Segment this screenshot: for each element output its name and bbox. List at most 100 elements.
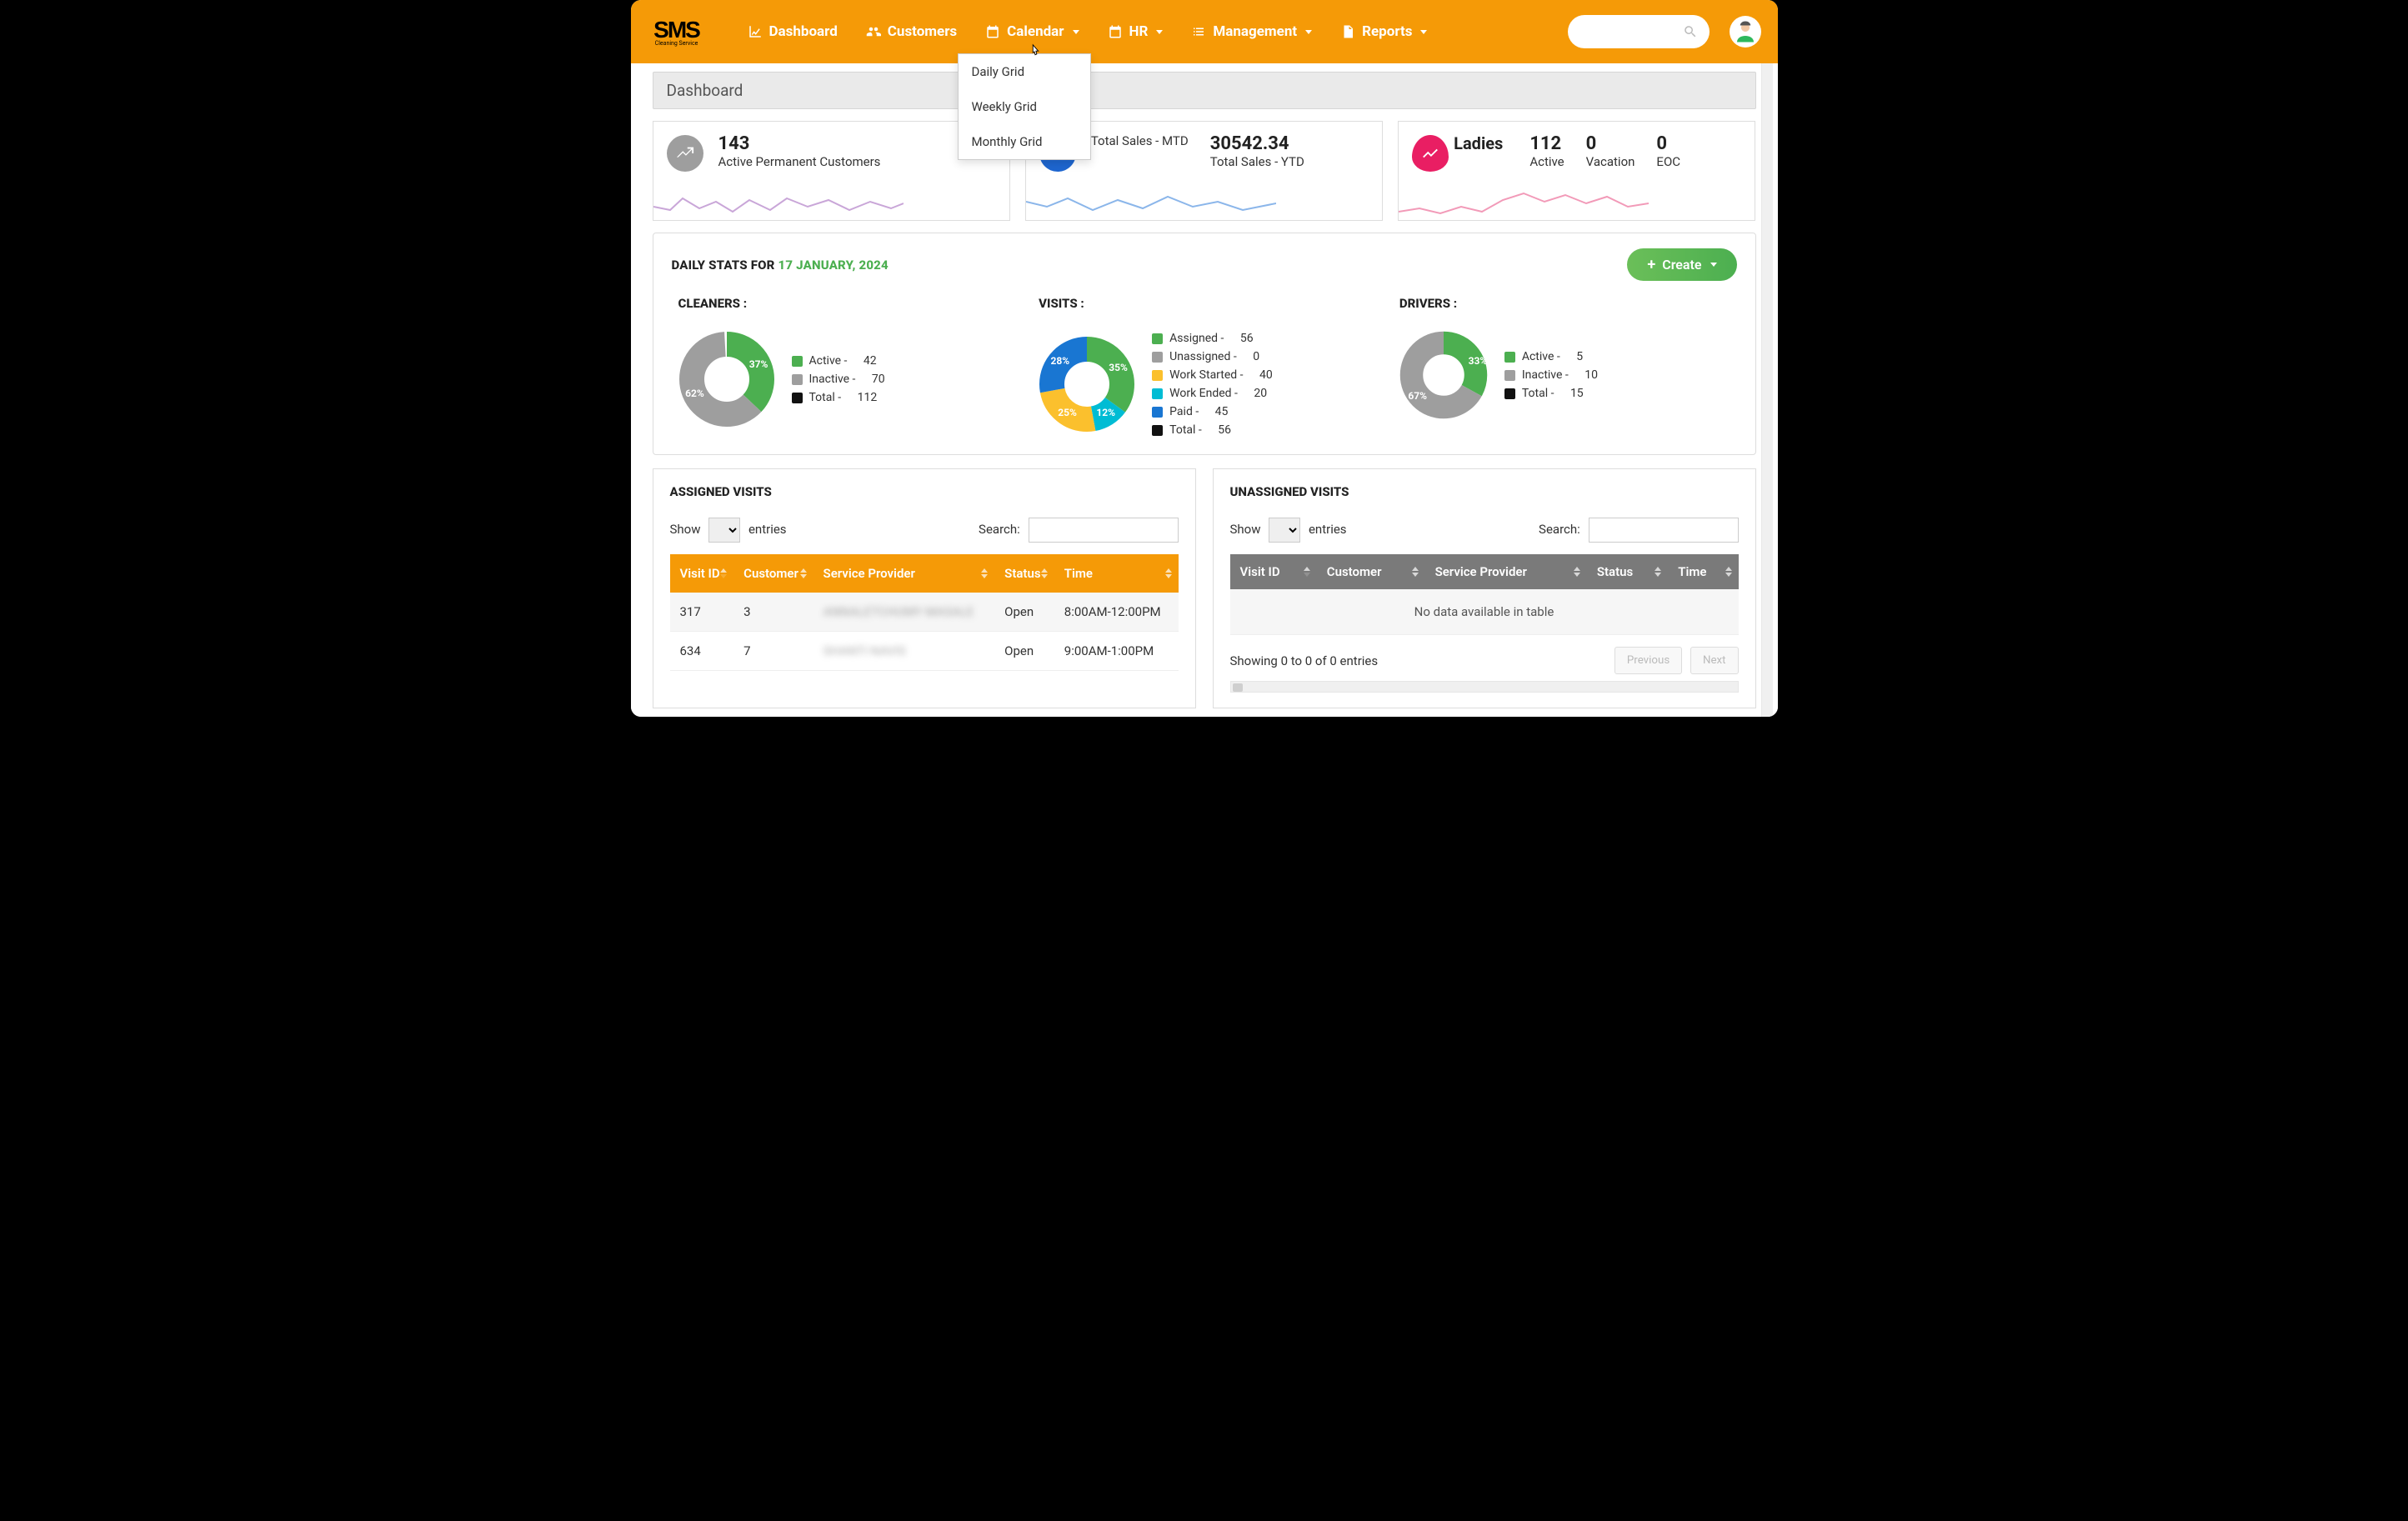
col-customer[interactable]: Customer: [733, 554, 813, 593]
calendar-dropdown: Daily Grid Weekly Grid Monthly Grid: [958, 53, 1091, 160]
cell-customer: 3: [733, 593, 813, 632]
assigned-visits-panel: ASSIGNED VISITS Show entries Search: Vis…: [653, 468, 1196, 708]
top-nav: SMS Cleaning Service Dashboard Customers…: [631, 0, 1778, 63]
sales-ytd-label: Total Sales - YTD: [1210, 154, 1304, 171]
user-avatar[interactable]: [1730, 16, 1761, 48]
legend-label: Active -: [1522, 350, 1560, 363]
unassigned-search-control: Search:: [1539, 518, 1738, 543]
cell-status: Open: [994, 632, 1054, 671]
trend-icon: [667, 135, 703, 172]
cell-visit-id: 317: [670, 593, 734, 632]
legend-value: 5: [1576, 350, 1583, 363]
legend-label: Inactive -: [1522, 368, 1569, 382]
nav-reports-label: Reports: [1362, 23, 1412, 40]
cell-provider: ANNALETCHUMY MASALE: [814, 593, 995, 632]
nav-management[interactable]: Management: [1179, 17, 1324, 47]
nav-management-label: Management: [1213, 23, 1297, 40]
search-input[interactable]: [1568, 15, 1710, 48]
legend-value: 42: [864, 354, 877, 368]
visits-donut: 35%12%25%28%: [1037, 334, 1137, 434]
legend-label: Work Ended -: [1169, 387, 1238, 400]
drivers-heading: DRIVERS :: [1399, 296, 1737, 311]
legend-row: Total - 15: [1504, 384, 1598, 403]
col-service provider[interactable]: Service Provider: [1425, 554, 1587, 589]
col-visit id[interactable]: Visit ID: [1230, 554, 1317, 589]
ladies-vacation-value: 0: [1586, 133, 1635, 154]
ladies-eoc-label: EOC: [1656, 154, 1680, 171]
chevron-down-icon: [1073, 30, 1079, 34]
col-status[interactable]: Status: [1587, 554, 1668, 589]
nav-customers[interactable]: Customers: [854, 17, 969, 47]
legend-row: Total - 112: [792, 388, 885, 407]
col-customer[interactable]: Customer: [1317, 554, 1425, 589]
legend-label: Unassigned -: [1169, 350, 1237, 363]
legend-row: Active - 5: [1504, 348, 1598, 366]
vertical-scrollbar[interactable]: [1761, 63, 1773, 717]
unassigned-search-input[interactable]: [1589, 518, 1739, 543]
search-label: Search:: [1539, 522, 1580, 537]
col-status[interactable]: Status: [994, 554, 1054, 593]
nav-calendar-label: Calendar: [1007, 23, 1064, 40]
legend-value: 10: [1584, 368, 1598, 382]
chevron-down-icon: [1710, 263, 1717, 267]
nav-dashboard[interactable]: Dashboard: [736, 17, 849, 47]
col-service provider[interactable]: Service Provider: [814, 554, 995, 593]
unassigned-length-control: Show entries: [1230, 518, 1347, 543]
assigned-search-input[interactable]: [1029, 518, 1179, 543]
brand-logo[interactable]: SMS Cleaning Service: [648, 11, 706, 53]
create-button[interactable]: + Create: [1627, 248, 1736, 281]
legend-value: 45: [1215, 405, 1229, 418]
visits-tables-row: ASSIGNED VISITS Show entries Search: Vis…: [653, 468, 1756, 708]
legend-row: Inactive - 70: [792, 370, 885, 388]
sales-mtd-label: Total Sales - MTD: [1091, 133, 1189, 150]
unassigned-page-length[interactable]: [1269, 518, 1300, 543]
daily-stats-panel: DAILY STATS FOR 17 JANUARY, 2024 + Creat…: [653, 233, 1756, 455]
entries-label: entries: [1309, 522, 1347, 537]
table-row-empty: No data available in table: [1230, 589, 1739, 635]
legend-value: 20: [1254, 387, 1267, 400]
col-time[interactable]: Time: [1054, 554, 1179, 593]
table-row[interactable]: 634 7 SHANTI NAVIS Open 9:00AM-1:00PM: [670, 632, 1179, 671]
legend-swatch: [1504, 370, 1515, 381]
sparkline: [653, 182, 904, 220]
cleaners-block: CLEANERS : 37%62% Active - 42Inactive - …: [672, 296, 1016, 439]
sparkline: [1399, 182, 1649, 220]
drivers-legend: Active - 5 Inactive - 10 Total - 15: [1504, 348, 1598, 403]
nav-calendar[interactable]: Calendar: [974, 17, 1090, 47]
daily-title-date: 17 JANUARY, 2024: [778, 258, 889, 273]
chevron-down-icon: [1156, 30, 1163, 34]
page-body[interactable]: Dashboard 143 Active Permanent Customers: [631, 63, 1778, 717]
horizontal-scrollbar[interactable]: [1230, 681, 1739, 693]
nav-customers-label: Customers: [888, 23, 957, 40]
unassigned-heading: UNASSIGNED VISITS: [1230, 484, 1739, 499]
legend-swatch: [1152, 425, 1163, 436]
legend-value: 40: [1259, 368, 1273, 382]
legend-value: 15: [1570, 387, 1584, 400]
chevron-down-icon: [1420, 30, 1427, 34]
table-row[interactable]: 317 3 ANNALETCHUMY MASALE Open 8:00AM-12…: [670, 593, 1179, 632]
previous-button[interactable]: Previous: [1615, 647, 1682, 674]
plus-icon: +: [1647, 258, 1655, 273]
drivers-block: DRIVERS : 33%67% Active - 5Inactive - 10…: [1393, 296, 1737, 439]
entries-label: entries: [748, 522, 787, 537]
cell-customer: 7: [733, 632, 813, 671]
person-icon: [1733, 19, 1758, 44]
next-button[interactable]: Next: [1690, 647, 1739, 674]
calendar-dropdown-daily[interactable]: Daily Grid: [959, 54, 1090, 89]
calendar-dropdown-monthly[interactable]: Monthly Grid: [959, 124, 1090, 159]
legend-row: Total - 56: [1152, 421, 1273, 439]
legend-value: 0: [1253, 350, 1259, 363]
legend-label: Paid -: [1169, 405, 1199, 418]
nav-reports[interactable]: Reports: [1329, 17, 1439, 47]
col-time[interactable]: Time: [1668, 554, 1738, 589]
nav-hr[interactable]: HR: [1096, 17, 1175, 47]
legend-row: Active - 42: [792, 352, 885, 370]
col-visit id[interactable]: Visit ID: [670, 554, 734, 593]
nav-dashboard-label: Dashboard: [769, 23, 838, 40]
assigned-search-control: Search:: [979, 518, 1178, 543]
assigned-page-length[interactable]: [708, 518, 740, 543]
calendar-dropdown-weekly[interactable]: Weekly Grid: [959, 89, 1090, 124]
calendar-icon: [1108, 24, 1123, 39]
legend-swatch: [1152, 333, 1163, 344]
customers-label: Active Permanent Customers: [718, 154, 881, 171]
